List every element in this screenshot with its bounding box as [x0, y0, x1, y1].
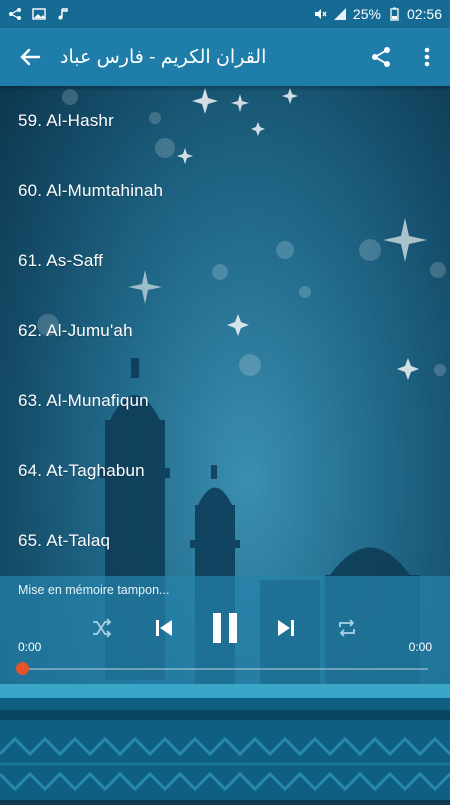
status-bar: 25% 02:56 [0, 0, 450, 28]
list-item[interactable]: 64. At-Taghabun [0, 436, 450, 506]
list-item[interactable]: 62. Al-Jumu'ah [0, 296, 450, 366]
clock: 02:56 [406, 6, 442, 22]
notification-icons [0, 7, 70, 21]
mute-icon [314, 9, 327, 19]
signal-icon [333, 8, 346, 20]
app-bar: القران الكريم - فارس عباد [0, 28, 450, 86]
media-player: Mise en mémoire tampon... 0:00 0:00 [0, 576, 450, 684]
surah-list: 59. Al-Hashr 60. Al-Mumtahinah 61. As-Sa… [0, 86, 450, 576]
shuffle-icon [93, 618, 112, 638]
pause-button[interactable] [205, 608, 245, 648]
skip-previous-icon [156, 620, 172, 636]
seek-thumb[interactable] [16, 662, 29, 675]
decorative-pattern [0, 684, 450, 800]
page-title: القران الكريم - فارس عباد [60, 46, 267, 68]
pause-icon [213, 613, 237, 643]
battery-icon [390, 7, 399, 21]
repeat-button[interactable] [333, 608, 361, 648]
share-icon [372, 47, 390, 67]
shuffle-button[interactable] [88, 608, 116, 648]
skip-next-icon [278, 620, 294, 636]
image-icon [32, 8, 46, 20]
list-item[interactable]: 61. As-Saff [0, 226, 450, 296]
list-item[interactable]: 60. Al-Mumtahinah [0, 156, 450, 226]
arrow-back-icon [20, 48, 41, 66]
next-button[interactable] [270, 608, 302, 648]
list-item[interactable]: 63. Al-Munafiqun [0, 366, 450, 436]
previous-button[interactable] [148, 608, 180, 648]
repeat-icon [339, 619, 355, 637]
seek-bar[interactable] [16, 662, 428, 675]
list-item[interactable]: 65. At-Talaq [0, 506, 450, 576]
share-button[interactable] [358, 28, 404, 86]
battery-percent: 25% [352, 6, 381, 22]
islamic-pattern [0, 684, 450, 800]
buffering-status: Mise en mémoire tampon... [18, 583, 170, 597]
back-button[interactable] [0, 28, 60, 86]
music-note-icon [58, 8, 68, 20]
list-item[interactable]: 59. Al-Hashr [0, 86, 450, 156]
share-icon [9, 8, 21, 20]
overflow-menu-button[interactable] [404, 28, 450, 86]
more-vert-icon [424, 47, 430, 67]
current-time: 0:00 [18, 640, 42, 654]
total-time: 0:00 [408, 640, 432, 654]
